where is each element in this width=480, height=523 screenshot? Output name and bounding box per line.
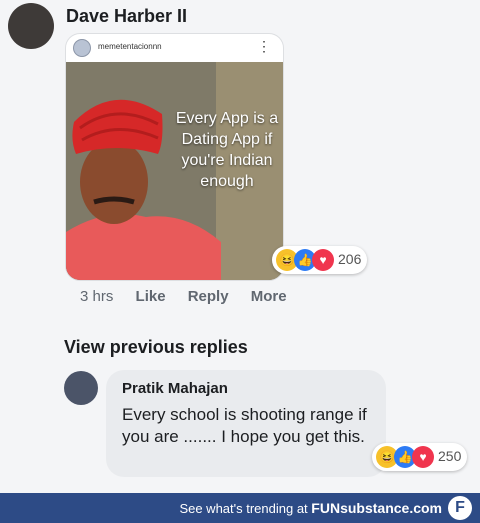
like-button[interactable]: Like — [136, 288, 166, 305]
love-icon: ♥ — [412, 446, 434, 468]
meme-image: Every App is a Dating App if you're Indi… — [66, 62, 283, 280]
reply-button[interactable]: Reply — [188, 288, 229, 305]
footer-brand[interactable]: FUNsubstance.com — [311, 500, 442, 516]
reaction-count: 250 — [438, 448, 462, 464]
comment-actions: 3 hrs Like Reply More — [80, 288, 305, 305]
post-profile-icon — [74, 40, 90, 56]
post-username[interactable]: memetentacionnn — [98, 42, 162, 51]
more-button[interactable]: More — [251, 288, 287, 305]
comment-timestamp: 3 hrs — [80, 288, 114, 305]
reply-author[interactable]: Pratik Mahajan — [122, 380, 228, 397]
funsubstance-logo-icon: F — [448, 496, 472, 520]
footer-text: See what's trending at FUNsubstance.com — [179, 500, 442, 516]
reply-avatar[interactable] — [64, 371, 98, 405]
comment-reactions[interactable]: 😆 👍 ♥ 206 — [272, 246, 367, 274]
reply-reactions[interactable]: 😆 👍 ♥ 250 — [372, 443, 467, 471]
footer-banner: See what's trending at FUNsubstance.com … — [0, 493, 480, 523]
love-icon: ♥ — [312, 249, 334, 271]
reaction-count: 206 — [338, 251, 362, 267]
commenter-name[interactable]: Dave Harber II — [66, 6, 187, 27]
post-header: memetentacionnn ⋮ — [66, 34, 283, 62]
reply-bubble: Pratik Mahajan Every school is shooting … — [106, 370, 386, 477]
commenter-avatar[interactable] — [8, 3, 54, 49]
more-vertical-icon[interactable]: ⋮ — [257, 38, 271, 55]
shared-post-card[interactable]: memetentacionnn ⋮ Every App is a Dating … — [66, 34, 283, 280]
view-previous-replies-link[interactable]: View previous replies — [64, 337, 248, 358]
footer-caption: See what's trending at — [179, 501, 308, 516]
meme-caption: Every App is a Dating App if you're Indi… — [175, 110, 279, 190]
reply-text: Every school is shooting range if you ar… — [122, 405, 367, 446]
